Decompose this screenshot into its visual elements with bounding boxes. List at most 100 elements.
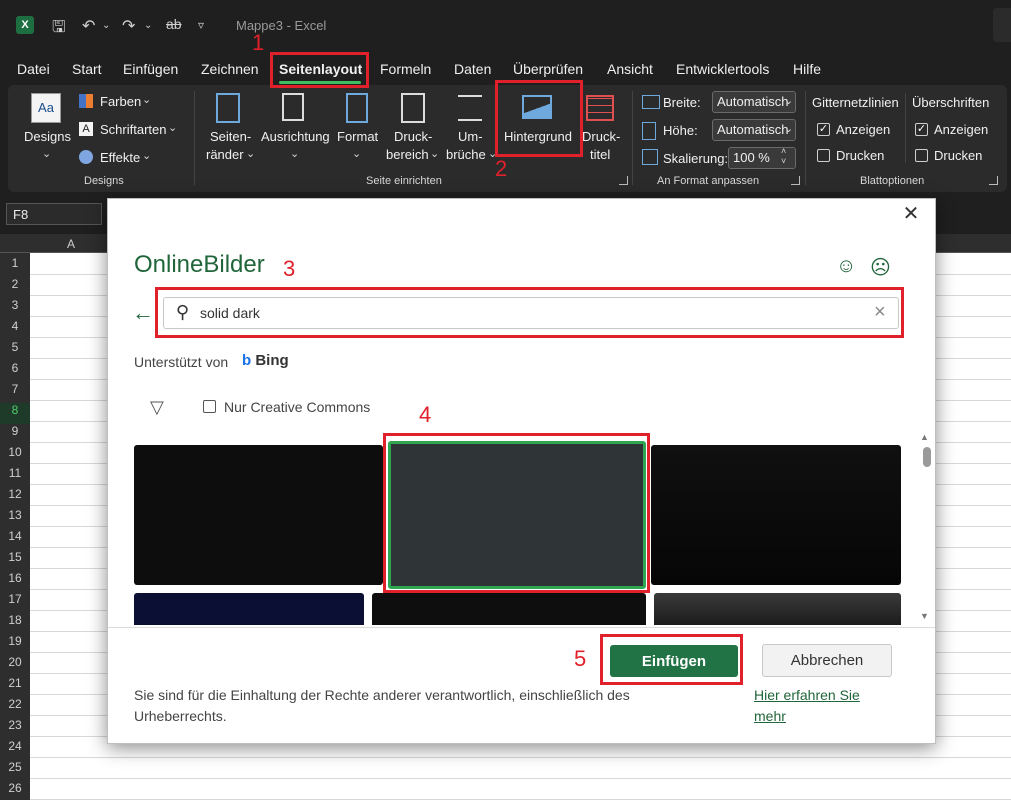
row-header-8[interactable]: 8 <box>0 403 30 424</box>
seitenraender-line1[interactable]: Seiten- <box>210 129 251 144</box>
scale-icon <box>642 149 658 165</box>
row-header: 1 2 3 4 5 6 7 8 9 10 11 12 13 14 15 16 17 18 19 20 21 22 23 24 2… <box>0 253 30 800</box>
image-result[interactable] <box>134 593 364 625</box>
umbrueche-line2[interactable]: brüche <box>446 147 486 162</box>
row-header-21[interactable]: 21 <box>0 676 30 697</box>
image-result[interactable] <box>654 593 901 625</box>
row-header-13[interactable]: 13 <box>0 508 30 529</box>
creative-commons-label[interactable]: Nur Creative Commons <box>224 399 370 415</box>
row-header-3[interactable]: 3 <box>0 298 30 319</box>
row-header-11[interactable]: 11 <box>0 466 30 487</box>
tab-zeichnen[interactable]: Zeichnen <box>201 61 259 77</box>
scroll-down-icon[interactable]: ▼ <box>920 611 929 621</box>
row-header-16[interactable]: 16 <box>0 571 30 592</box>
tab-formeln[interactable]: Formeln <box>380 61 431 77</box>
row-header-12[interactable]: 12 <box>0 487 30 508</box>
strikethrough-icon[interactable]: ab <box>166 16 182 32</box>
dialog-launcher-icon[interactable] <box>619 176 628 185</box>
row-header-24[interactable]: 24 <box>0 739 30 760</box>
drucktitel-line2[interactable]: titel <box>590 147 610 162</box>
row-header-22[interactable]: 22 <box>0 697 30 718</box>
image-result[interactable] <box>372 593 646 625</box>
customize-toolbar-icon[interactable]: ▿ <box>198 18 204 32</box>
breaks-icon <box>458 95 482 121</box>
row-header-5[interactable]: 5 <box>0 340 30 361</box>
name-box-value: F8 <box>13 207 29 222</box>
dialog-launcher-icon[interactable] <box>791 176 800 185</box>
drucktitel-line1[interactable]: Druck- <box>582 129 620 144</box>
row-header-14[interactable]: 14 <box>0 529 30 550</box>
row-header-7[interactable]: 7 <box>0 382 30 403</box>
druckbereich-line2[interactable]: bereich <box>386 147 429 162</box>
save-icon[interactable]: 🖫 <box>52 16 66 43</box>
row-header-20[interactable]: 20 <box>0 655 30 676</box>
row-header-4[interactable]: 4 <box>0 319 30 340</box>
designs-button[interactable]: Aa Designs ⌄ <box>20 91 72 160</box>
row-header-1[interactable]: 1 <box>0 256 30 277</box>
tab-start[interactable]: Start <box>72 61 102 77</box>
ueberschriften-drucken-checkbox[interactable] <box>915 149 928 162</box>
ausrichtung-button[interactable]: Ausrichtung <box>261 129 330 144</box>
scrollbar-thumb[interactable] <box>923 447 931 467</box>
tab-einfuegen[interactable]: Einfügen <box>123 61 178 77</box>
blattoptionen-group-label: Blattoptionen <box>860 175 925 187</box>
creative-commons-checkbox[interactable] <box>203 400 216 413</box>
undo-dropdown-icon[interactable]: ⌄ <box>102 20 110 31</box>
tab-datei[interactable]: Datei <box>17 61 50 77</box>
annotation-number-4: 4 <box>419 402 432 427</box>
back-arrow-icon[interactable]: ← <box>132 300 154 326</box>
column-header-a[interactable]: A <box>67 237 75 251</box>
row-header-9[interactable]: 9 <box>0 424 30 445</box>
seitenraender-line2[interactable]: ränder <box>206 147 244 162</box>
name-box[interactable]: F8 <box>6 203 102 225</box>
spinner-arrows-icon[interactable]: ˄ ˅ <box>781 146 786 166</box>
chevron-down-icon: ⌄ <box>784 95 794 107</box>
ueberschriften-anzeigen-checkbox[interactable]: ✓ <box>915 123 928 136</box>
image-result[interactable] <box>651 445 901 585</box>
tab-ueberpruefen[interactable]: Überprüfen <box>513 61 583 77</box>
scroll-up-icon[interactable]: ▲ <box>920 432 929 442</box>
tab-ansicht[interactable]: Ansicht <box>607 61 653 77</box>
tab-entwicklertools[interactable]: Entwicklertools <box>676 61 769 77</box>
tab-hilfe[interactable]: Hilfe <box>793 61 821 77</box>
row-header-10[interactable]: 10 <box>0 445 30 466</box>
smile-feedback-icon[interactable]: ☺ <box>836 255 856 278</box>
row-header-6[interactable]: 6 <box>0 361 30 382</box>
designs-group-label: Designs <box>84 175 124 187</box>
dialog-launcher-icon[interactable] <box>989 176 998 185</box>
designs-icon: Aa <box>31 93 61 123</box>
row-header-2[interactable]: 2 <box>0 277 30 298</box>
row-header-19[interactable]: 19 <box>0 634 30 655</box>
schriftarten-button[interactable]: Schriftarten <box>100 122 166 137</box>
image-result[interactable] <box>134 445 383 585</box>
gitternetzlinien-anzeigen-checkbox[interactable]: ✓ <box>817 123 830 136</box>
row-header-18[interactable]: 18 <box>0 613 30 634</box>
chevron-down-icon: ⌄ <box>784 123 794 135</box>
redo-dropdown-icon[interactable]: ⌄ <box>144 20 152 31</box>
learn-more-link[interactable]: Hier erfahren Sie mehr <box>754 685 894 727</box>
annotation-box-insert <box>600 634 743 685</box>
frown-feedback-icon[interactable]: ☹ <box>870 255 891 280</box>
redo-icon[interactable]: ↷ <box>122 16 135 36</box>
farben-button[interactable]: Farben <box>100 94 141 109</box>
account-button[interactable] <box>993 8 1011 42</box>
hoehe-label: Höhe: <box>663 123 698 138</box>
row-header-15[interactable]: 15 <box>0 550 30 571</box>
effekte-button[interactable]: Effekte <box>100 150 140 165</box>
druckbereich-line1[interactable]: Druck- <box>394 129 432 144</box>
tab-daten[interactable]: Daten <box>454 61 491 77</box>
close-icon[interactable]: ✕ <box>898 201 924 227</box>
row-header-26[interactable]: 26 <box>0 781 30 800</box>
height-icon <box>642 122 656 140</box>
row-header-23[interactable]: 23 <box>0 718 30 739</box>
filter-icon[interactable]: ▽ <box>150 397 164 418</box>
row-header-17[interactable]: 17 <box>0 592 30 613</box>
undo-icon[interactable]: ↶ <box>82 16 95 36</box>
format-button[interactable]: Format <box>337 129 378 144</box>
orientation-icon <box>282 93 304 121</box>
row-header-25[interactable]: 25 <box>0 760 30 781</box>
ueberschriften-drucken-label: Drucken <box>934 148 983 163</box>
gitternetzlinien-drucken-checkbox[interactable] <box>817 149 830 162</box>
umbrueche-line1[interactable]: Um- <box>458 129 483 144</box>
cancel-button[interactable]: Abbrechen <box>762 644 892 677</box>
